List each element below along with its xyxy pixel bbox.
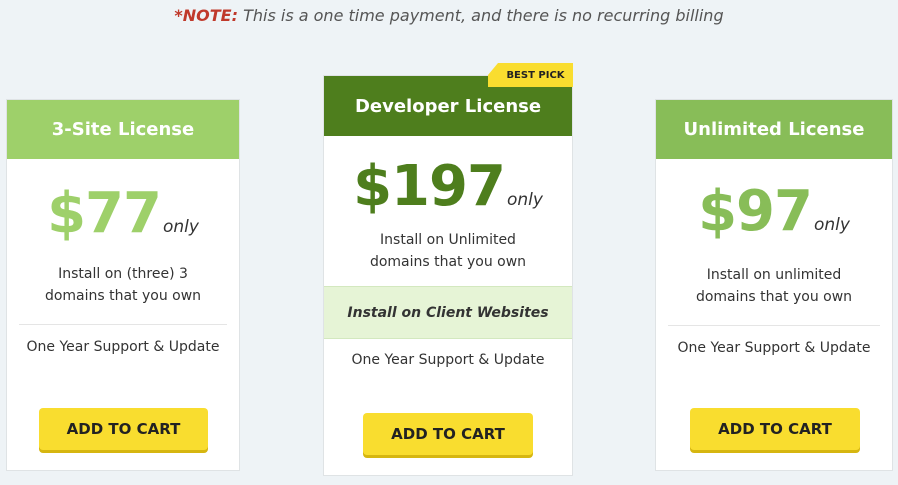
price-block: $77 only [7,181,239,246]
description-line: Install on Unlimited [380,232,516,248]
plan-card-developer: Developer License $197 only Install on Un… [323,75,573,476]
price-suffix: only [506,190,543,210]
add-to-cart-button[interactable]: ADD TO CART [363,413,533,455]
support-text: One Year Support & Update [351,352,545,368]
plan-title: 3-Site License [7,100,239,159]
divider [19,324,227,325]
plan-description: Install on (three) 3 domains that you ow… [7,263,239,307]
plan-description: Install on Unlimited domains that you ow… [324,229,572,273]
note-label: *NOTE: [174,6,239,25]
price-block: $97 only [656,179,892,244]
price-value: $77 [47,181,162,246]
payment-note: *NOTE: This is a one time payment, and t… [0,6,898,25]
support-text: One Year Support & Update [26,339,220,355]
description-line: domains that you own [695,289,853,305]
plan-card-unlimited: Unlimited License $97 only Install on unl… [655,99,893,471]
plan-title: Unlimited License [656,100,892,159]
price-suffix: only [813,215,850,235]
description-line: Install on (three) 3 [58,266,188,282]
divider [668,325,880,326]
note-text: This is a one time payment, and there is… [238,6,724,25]
add-to-cart-button[interactable]: ADD TO CART [690,408,860,450]
price-suffix: only [162,217,199,237]
plan-description: Install on unlimited domains that you ow… [656,264,892,308]
support-text: One Year Support & Update [677,340,871,356]
client-websites-feature: Install on Client Websites [324,286,572,339]
price-value: $97 [698,179,813,244]
price-block: $197 only [324,154,572,219]
best-pick-badge: BEST PICK [488,63,573,87]
add-to-cart-button[interactable]: ADD TO CART [39,408,208,450]
description-line: Install on unlimited [706,267,842,283]
plan-card-3-site: 3-Site License $77 only Install on (three… [6,99,240,471]
description-line: domains that you own [369,254,527,270]
price-value: $197 [353,154,506,219]
description-line: domains that you own [44,288,202,304]
